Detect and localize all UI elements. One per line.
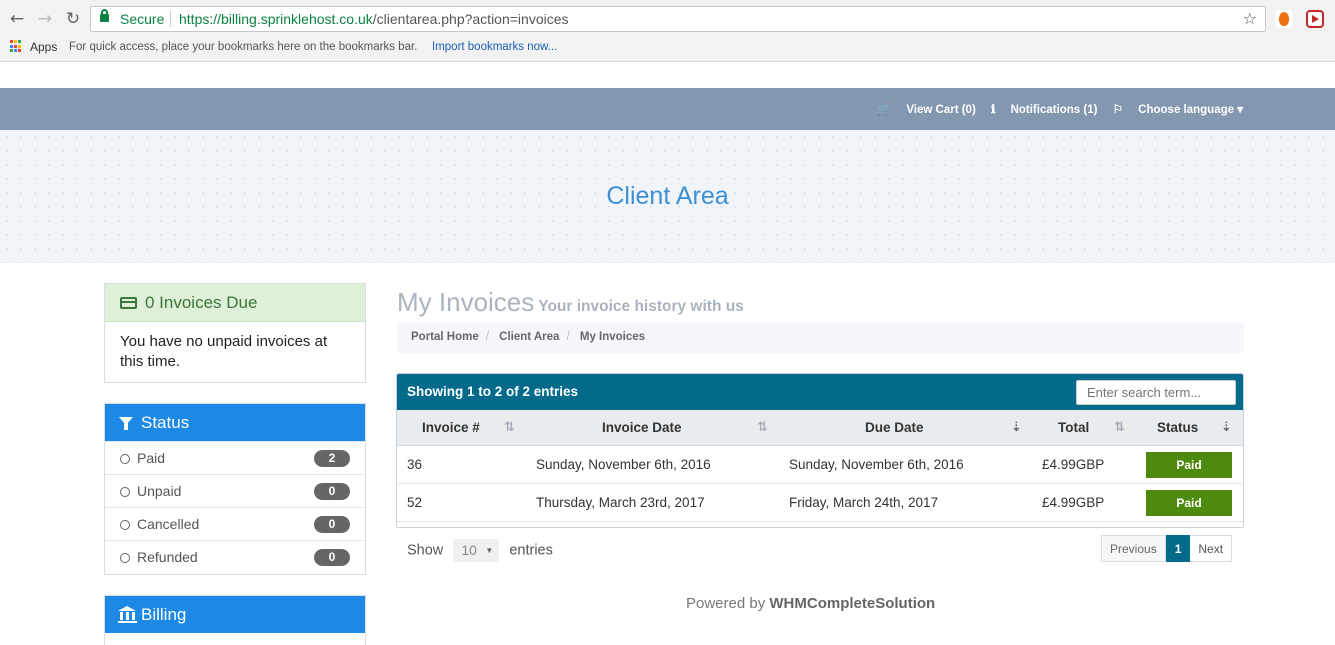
lock-icon <box>100 9 109 22</box>
bookmarks-bar: Apps For quick access, place your bookma… <box>0 38 1335 60</box>
notifications-link[interactable]: ℹ Notifications (1) <box>991 104 1097 116</box>
count-badge: 0 <box>314 483 350 500</box>
sort-icon[interactable]: ⇅ <box>757 410 768 446</box>
billing-header[interactable]: Billing <box>105 596 365 633</box>
breadcrumb-portal-home[interactable]: Portal Home <box>411 331 479 343</box>
page-subtitle: Your invoice history with us <box>538 298 744 315</box>
back-icon[interactable]: ← <box>6 8 28 30</box>
extension-fire-icon[interactable] <box>1275 10 1293 28</box>
count-badge: 2 <box>314 450 350 467</box>
search-input[interactable] <box>1076 380 1236 405</box>
sort-ascending-icon[interactable]: ⇣ <box>1011 410 1022 446</box>
choose-language-link[interactable]: ⚐ Choose language ▾ <box>1113 104 1243 116</box>
invoices-table: Showing 1 to 2 of 2 entries Invoice # ⇅ … <box>396 373 1244 528</box>
radio-icon[interactable] <box>120 520 130 530</box>
table-header: Invoice # ⇅ Invoice Date ⇅ Due Date ⇣ To… <box>397 410 1243 446</box>
site-topbar: 🛒 View Cart (0) ℹ Notifications (1) ⚐ Ch… <box>0 88 1335 130</box>
sort-icon[interactable]: ⇅ <box>504 410 515 446</box>
breadcrumb-current: My Invoices <box>579 331 646 343</box>
bookmark-star-icon[interactable]: ☆ <box>1243 7 1257 31</box>
col-due-date[interactable]: Due Date <box>865 410 924 446</box>
previous-page-button[interactable]: Previous <box>1101 535 1166 562</box>
address-bar[interactable]: Secure https://billing.sprinklehost.co.u… <box>90 6 1266 32</box>
billing-panel: Billing <box>104 595 366 645</box>
hero-banner: Client Area <box>0 130 1335 263</box>
sort-icon[interactable]: ⇅ <box>1114 410 1125 446</box>
extension-play-icon[interactable] <box>1306 10 1324 28</box>
invoices-due-message: You have no unpaid invoices at this time… <box>120 333 328 370</box>
table-row[interactable]: 36 Sunday, November 6th, 2016 Sunday, No… <box>397 446 1243 484</box>
pagination: Previous 1 Next <box>1101 535 1233 562</box>
entries-per-page: Show 10 ▼ entries <box>407 539 553 562</box>
entries-count: Showing 1 to 2 of 2 entries <box>407 384 579 399</box>
status-panel: Status Paid 2 Unpaid 0 Cancelled 0 Refun… <box>104 403 366 575</box>
browser-chrome: ← → ↻ Secure https://billing.sprinklehos… <box>0 0 1335 62</box>
bank-icon <box>118 606 137 623</box>
powered-by-link[interactable]: WHMCompleteSolution <box>769 595 935 612</box>
breadcrumb-client-area[interactable]: Client Area <box>499 331 559 343</box>
chevron-down-icon: ▼ <box>485 546 494 555</box>
entries-select[interactable]: 10 ▼ <box>453 539 500 562</box>
sort-descending-icon[interactable]: ⇣ <box>1221 410 1232 446</box>
hero-title: Client Area <box>606 182 729 210</box>
col-total[interactable]: Total <box>1058 410 1089 446</box>
next-page-button[interactable]: Next <box>1190 535 1233 562</box>
col-invoice-date[interactable]: Invoice Date <box>602 410 682 446</box>
view-cart-link[interactable]: 🛒 View Cart (0) <box>877 104 976 116</box>
secure-label: Secure <box>120 11 165 27</box>
import-bookmarks-link[interactable]: Import bookmarks now... <box>432 38 557 56</box>
breadcrumb: Portal Home / Client Area / My Invoices <box>397 322 1244 353</box>
count-badge: 0 <box>314 549 350 566</box>
powered-by: Powered by WHMCompleteSolution <box>686 595 936 612</box>
invoices-due-panel: 0 Invoices Due You have no unpaid invoic… <box>104 283 366 383</box>
col-status[interactable]: Status <box>1157 410 1198 446</box>
forward-icon[interactable]: → <box>34 8 56 30</box>
col-invoice-number[interactable]: Invoice # <box>422 410 480 446</box>
url-text[interactable]: https://billing.sprinklehost.co.uk/clien… <box>179 7 569 31</box>
page-1-button[interactable]: 1 <box>1165 535 1191 562</box>
radio-icon[interactable] <box>120 454 130 464</box>
bookmark-apps[interactable]: Apps <box>30 38 57 56</box>
table-row[interactable]: 52 Thursday, March 23rd, 2017 Friday, Ma… <box>397 484 1243 522</box>
status-filter-unpaid[interactable]: Unpaid 0 <box>105 474 365 507</box>
count-badge: 0 <box>314 516 350 533</box>
status-filter-paid[interactable]: Paid 2 <box>105 441 365 474</box>
status-badge: Paid <box>1146 452 1232 478</box>
radio-icon[interactable] <box>120 487 130 497</box>
credit-card-icon <box>120 297 137 309</box>
radio-icon[interactable] <box>120 553 130 563</box>
omnibox-divider <box>170 11 171 27</box>
filter-icon <box>119 417 133 430</box>
apps-grid-icon[interactable] <box>10 40 23 53</box>
status-badge: Paid <box>1146 490 1232 516</box>
bookmarks-hint: For quick access, place your bookmarks h… <box>69 41 418 53</box>
page-title: My Invoices Your invoice history with us <box>397 287 744 317</box>
table-toolbar: Showing 1 to 2 of 2 entries <box>397 374 1243 410</box>
reload-icon[interactable]: ↻ <box>62 8 84 30</box>
invoices-due-header: 0 Invoices Due <box>105 284 365 322</box>
status-filter-refunded[interactable]: Refunded 0 <box>105 540 365 573</box>
status-filter-cancelled[interactable]: Cancelled 0 <box>105 507 365 540</box>
status-header: Status <box>105 404 365 441</box>
